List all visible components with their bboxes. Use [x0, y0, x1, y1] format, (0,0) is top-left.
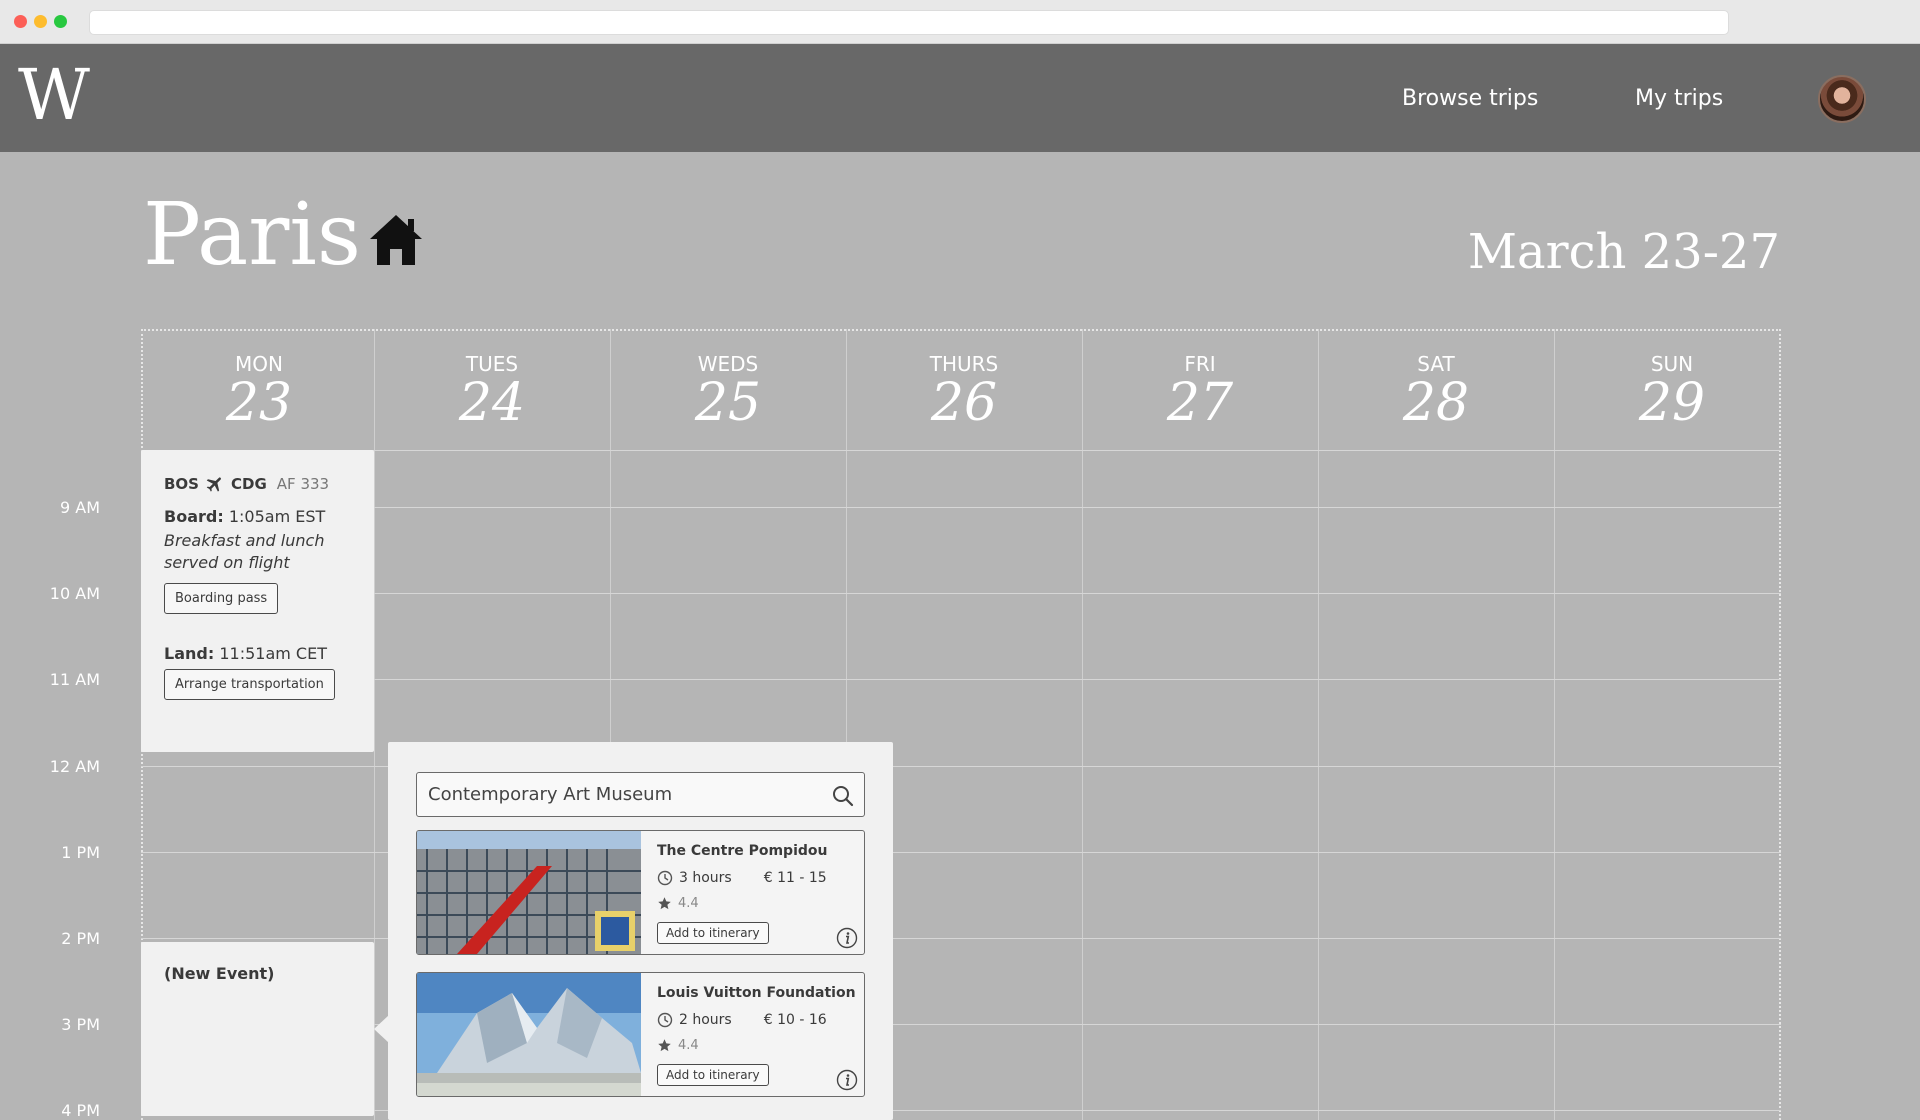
hour-line	[141, 593, 1781, 594]
new-event-label: (New Event)	[164, 964, 275, 983]
origin-airport: BOS	[164, 475, 199, 493]
page-title: Paris	[143, 185, 362, 285]
day-number: 29	[1638, 373, 1706, 433]
address-bar[interactable]	[89, 10, 1729, 35]
clock-icon	[657, 870, 673, 886]
boarding-pass-button[interactable]: Boarding pass	[164, 583, 279, 614]
star-icon	[658, 1039, 671, 1052]
day-header-sun[interactable]: SUN 29	[1554, 352, 1790, 431]
time-label: 12 AM	[49, 757, 100, 776]
header-divider	[141, 450, 1781, 451]
search-box	[416, 772, 865, 817]
flight-number: AF 333	[276, 475, 330, 493]
pompidou-thumbnail	[417, 831, 641, 954]
maximize-window-button[interactable]	[54, 15, 67, 28]
hour-line	[141, 766, 1781, 767]
time-label: 9 AM	[59, 498, 100, 517]
time-label: 11 AM	[49, 670, 100, 689]
result-duration: 3 hours	[679, 870, 732, 886]
calendar-grid	[141, 329, 1781, 1120]
info-icon[interactable]	[836, 927, 858, 949]
user-avatar[interactable]	[1818, 75, 1866, 123]
time-label: 4 PM	[61, 1101, 100, 1120]
result-title[interactable]: The Centre Pompidou	[657, 843, 827, 859]
search-result-card[interactable]: The Centre Pompidou 3 hours € 11 - 15 4.…	[416, 830, 865, 955]
hour-line	[141, 938, 1781, 939]
search-result-card[interactable]: Louis Vuitton Foundation 2 hours € 10 - …	[416, 972, 865, 1097]
result-duration: 2 hours	[679, 1012, 732, 1028]
day-header-fri[interactable]: FRI 27	[1082, 352, 1318, 431]
time-label: 1 PM	[61, 843, 100, 862]
day-number: 25	[694, 373, 762, 433]
result-price: € 10 - 16	[763, 1012, 827, 1028]
land-time-value: 11:51am CET	[219, 644, 327, 663]
time-label: 10 AM	[49, 584, 100, 603]
destination-airport: CDG	[231, 475, 267, 493]
app-logo[interactable]: W	[18, 60, 90, 130]
day-number: 27	[1166, 373, 1234, 433]
boarding-time: Board: 1:05am EST	[164, 507, 374, 526]
result-rating-value: 4.4	[678, 896, 699, 911]
new-event-card[interactable]: (New Event)	[141, 942, 374, 1116]
day-number: 28	[1402, 373, 1470, 433]
column-divider	[1318, 329, 1319, 1120]
search-icon[interactable]	[832, 785, 854, 807]
nav-browse-trips[interactable]: Browse trips	[1402, 86, 1538, 111]
search-input[interactable]	[417, 773, 812, 816]
hour-line	[141, 507, 1781, 508]
hour-line	[141, 679, 1781, 680]
hour-line	[141, 852, 1781, 853]
day-header-mon[interactable]: MON 23	[141, 352, 377, 431]
flight-note: Breakfast and lunch served on flight	[164, 531, 325, 572]
result-rating: 4.4	[657, 1038, 699, 1053]
star-icon	[658, 897, 671, 910]
info-icon[interactable]	[836, 1069, 858, 1091]
result-meta: 2 hours € 10 - 16	[657, 1012, 827, 1028]
day-header-wed[interactable]: WEDS 25	[610, 352, 846, 431]
flight-event-card[interactable]: BOS CDG AF 333 Board: 1:05am EST Breakfa…	[141, 450, 374, 752]
day-number: 26	[930, 373, 998, 433]
result-title[interactable]: Louis Vuitton Foundation	[657, 985, 856, 1001]
trip-date-range: March 23-27	[1467, 224, 1780, 280]
time-label: 2 PM	[61, 929, 100, 948]
day-header-thu[interactable]: THURS 26	[846, 352, 1082, 431]
airplane-icon	[206, 477, 221, 492]
day-number: 23	[225, 373, 293, 433]
arrange-transportation-button[interactable]: Arrange transportation	[164, 669, 335, 700]
hour-line	[141, 1110, 1781, 1111]
add-to-itinerary-button[interactable]: Add to itinerary	[657, 1064, 769, 1086]
day-header-sat[interactable]: SAT 28	[1318, 352, 1554, 431]
board-label: Board:	[164, 507, 224, 526]
landing-time: Land: 11:51am CET	[164, 644, 374, 663]
popup-pointer	[374, 1015, 389, 1043]
column-divider	[374, 329, 375, 1120]
add-to-itinerary-button[interactable]: Add to itinerary	[657, 922, 769, 944]
result-meta: 3 hours € 11 - 15	[657, 870, 827, 886]
column-divider	[1082, 329, 1083, 1120]
column-divider	[1554, 329, 1555, 1120]
louis-vuitton-foundation-thumbnail	[417, 973, 641, 1096]
close-window-button[interactable]	[14, 15, 27, 28]
result-rating-value: 4.4	[678, 1038, 699, 1053]
nav-my-trips[interactable]: My trips	[1635, 86, 1723, 111]
app-header: W Browse trips My trips	[0, 44, 1920, 152]
flight-route: BOS CDG AF 333	[164, 474, 374, 494]
board-time-value: 1:05am EST	[228, 507, 326, 526]
clock-icon	[657, 1012, 673, 1028]
land-label: Land:	[164, 644, 215, 663]
result-rating: 4.4	[657, 896, 699, 911]
result-price: € 11 - 15	[763, 870, 827, 886]
day-header-tue[interactable]: TUES 24	[374, 352, 610, 431]
activity-search-popup: The Centre Pompidou 3 hours € 11 - 15 4.…	[388, 742, 893, 1120]
time-label: 3 PM	[61, 1015, 100, 1034]
home-icon[interactable]	[366, 211, 426, 267]
day-number: 24	[458, 373, 526, 433]
browser-chrome	[0, 0, 1920, 44]
minimize-window-button[interactable]	[34, 15, 47, 28]
